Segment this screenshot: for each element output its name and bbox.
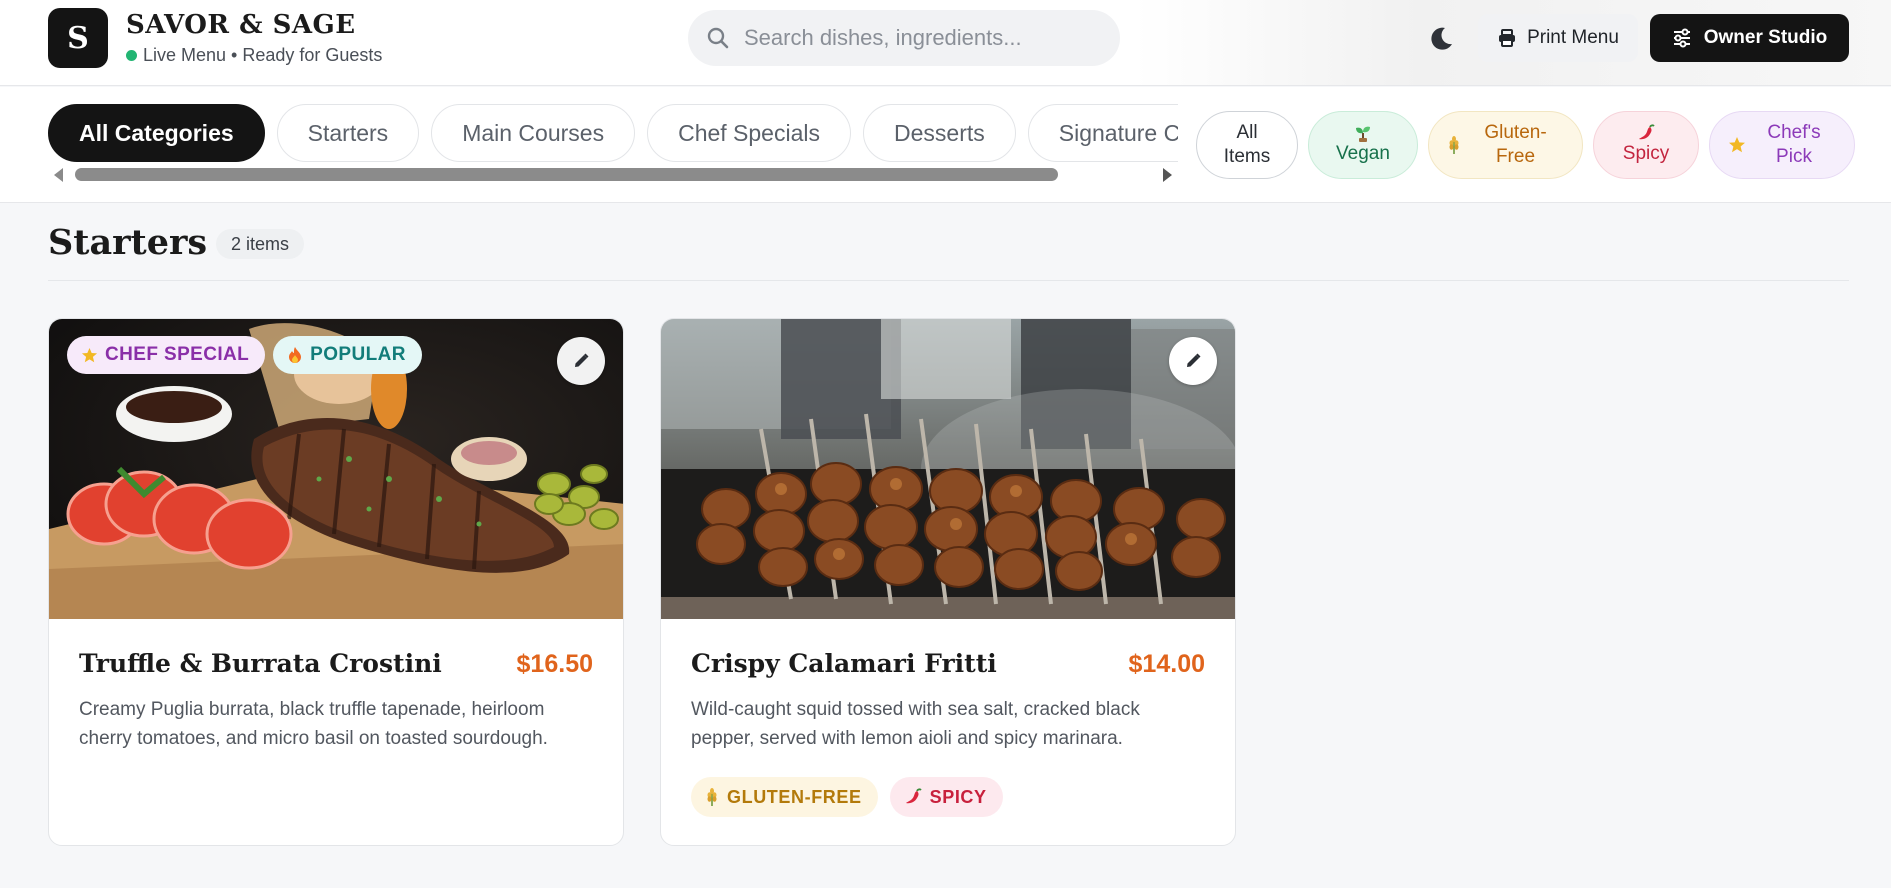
spicy-tag: SPICY — [889, 777, 1003, 817]
print-menu-button[interactable]: Print Menu — [1478, 14, 1638, 62]
pencil-icon — [572, 352, 590, 370]
printer-icon — [1497, 28, 1517, 48]
section-title: Starters — [48, 222, 208, 263]
filter-gluten-free-label: Gluten-Free — [1484, 122, 1547, 167]
dish-name: Crispy Calamari Fritti — [691, 649, 997, 678]
wheat-icon — [705, 788, 719, 806]
moon-icon[interactable] — [1426, 24, 1456, 54]
category-scroll[interactable]: All Categories Starters Main Courses Che… — [48, 104, 1178, 166]
gluten-free-tag-label: GLUTEN-FREE — [727, 786, 862, 807]
dish-price: $16.50 — [516, 650, 593, 678]
category-scrollbar[interactable] — [48, 164, 1178, 184]
filter-spicy-label: Spicy — [1622, 143, 1670, 164]
category-chef-specials[interactable]: Chef Specials — [647, 104, 851, 162]
dish-photo-skewers — [661, 319, 1235, 619]
fire-icon — [287, 346, 303, 364]
category-track: All Categories Starters Main Courses Che… — [48, 104, 1178, 162]
filter-all-items[interactable]: All Items — [1196, 111, 1298, 179]
chili-icon — [904, 788, 922, 806]
chef-special-badge: CHEF SPECIAL — [67, 336, 266, 374]
popular-label: POPULAR — [310, 344, 406, 365]
filter-spicy[interactable]: Spicy — [1593, 111, 1699, 179]
filter-vegan-label: Vegan — [1336, 143, 1390, 164]
owner-studio-button[interactable]: Owner Studio — [1650, 14, 1849, 62]
filter-gluten-free-row: Gluten-Free — [1447, 121, 1564, 169]
sliders-icon — [1672, 28, 1692, 48]
chili-icon — [1637, 124, 1655, 142]
search-icon — [706, 26, 730, 50]
star-icon — [81, 347, 98, 364]
logo-badge[interactable]: S — [48, 8, 108, 68]
scroll-left-arrow-icon[interactable] — [54, 168, 63, 182]
wheat-icon — [1447, 136, 1461, 154]
search-bar[interactable] — [688, 10, 1120, 66]
pencil-icon — [1184, 352, 1202, 370]
scroll-right-arrow-icon[interactable] — [1163, 168, 1172, 182]
brand-name: SAVOR & SAGE — [126, 10, 356, 40]
dish-card[interactable]: CHEF SPECIAL POPULAR Truffle & Burrata C… — [48, 318, 624, 846]
category-main-courses[interactable]: Main Courses — [431, 104, 636, 162]
edit-dish-button[interactable] — [557, 337, 605, 385]
item-count-badge: 2 items — [216, 229, 305, 259]
edit-dish-button[interactable] — [1169, 337, 1217, 385]
section-divider — [48, 280, 1849, 281]
category-all[interactable]: All Categories — [48, 104, 265, 162]
spicy-tag-label: SPICY — [929, 786, 987, 807]
filter-chefs-pick[interactable]: Chef's Pick — [1709, 111, 1855, 179]
brand-status-text: Live Menu • Ready for Guests — [143, 45, 383, 65]
logo-letter: S — [67, 20, 89, 56]
dish-name: Truffle & Burrata Crostini — [79, 649, 442, 678]
dish-badges: CHEF SPECIAL POPULAR — [67, 336, 422, 374]
print-menu-label: Print Menu — [1527, 27, 1619, 48]
category-starters[interactable]: Starters — [276, 104, 420, 162]
search-input[interactable] — [744, 25, 1104, 51]
filter-vegan[interactable]: Vegan — [1308, 111, 1418, 179]
gluten-free-tag: GLUTEN-FREE — [691, 777, 878, 817]
brand-status: Live Menu • Ready for Guests — [126, 45, 382, 66]
dish-price: $14.00 — [1128, 650, 1205, 678]
owner-studio-label: Owner Studio — [1703, 27, 1828, 48]
popular-badge: POPULAR — [273, 336, 422, 374]
filter-chefs-pick-row: Chef's Pick — [1728, 121, 1836, 169]
chef-special-label: CHEF SPECIAL — [105, 344, 250, 365]
filter-chefs-pick-label: Chef's Pick — [1767, 122, 1821, 167]
filter-all-items-label: All Items — [1223, 122, 1271, 167]
live-status-dot — [126, 50, 137, 61]
filter-gluten-free[interactable]: Gluten-Free — [1428, 111, 1583, 179]
sprout-icon — [1354, 124, 1372, 142]
top-header: S SAVOR & SAGE Live Menu • Ready for Gue… — [0, 0, 1891, 86]
dish-description: Wild-caught squid tossed with sea salt, … — [691, 699, 1140, 749]
scrollbar-thumb[interactable] — [75, 168, 1058, 181]
dish-card[interactable]: Crispy Calamari Fritti $14.00 Wild-caugh… — [660, 318, 1236, 846]
dish-tags: GLUTEN-FREE SPICY — [691, 777, 1003, 817]
category-desserts[interactable]: Desserts — [863, 104, 1016, 162]
category-signature-cocktails[interactable]: Signature Cocktails — [1027, 104, 1178, 162]
star-icon — [1728, 136, 1746, 154]
dish-description: Creamy Puglia burrata, black truffle tap… — [79, 699, 548, 749]
diet-filters: All Items Vegan Gluten-Free Spicy Chef's… — [1196, 111, 1855, 179]
